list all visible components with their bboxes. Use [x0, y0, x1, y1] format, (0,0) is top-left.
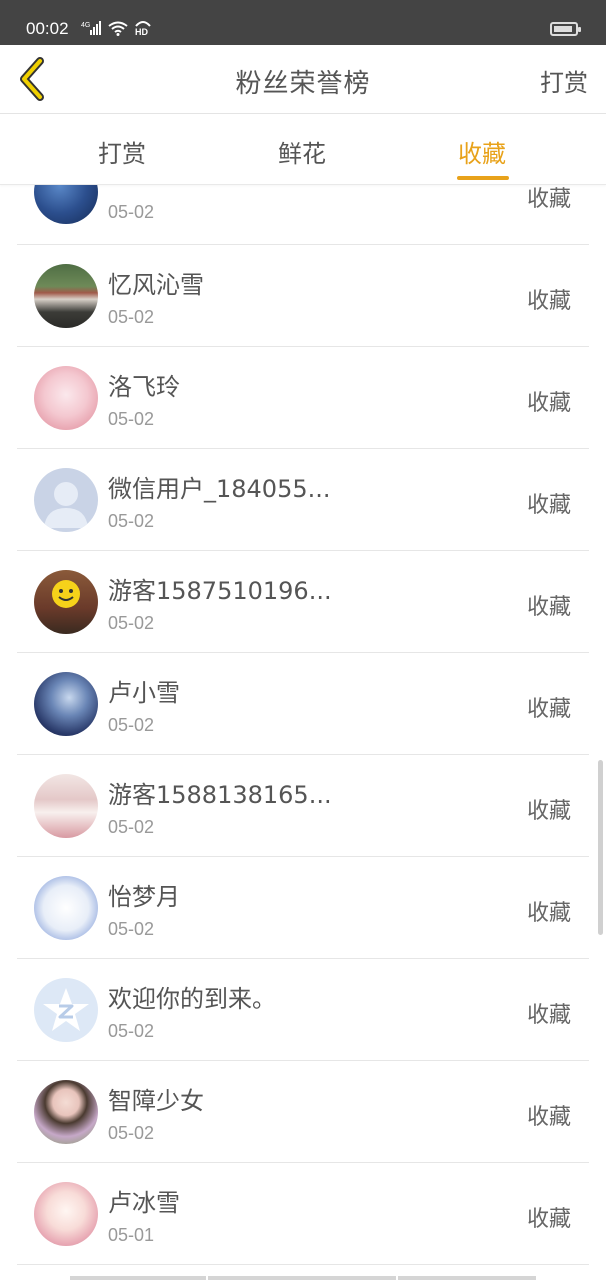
list-item[interactable]: 游客1587510196... 05-02 收藏 — [17, 551, 589, 653]
status-bar: 00:02 4G HD — [0, 0, 606, 45]
bottom-divider — [208, 1276, 396, 1280]
list-item[interactable]: 怡梦月 05-02 收藏 — [17, 857, 589, 959]
user-silhouette-icon — [44, 482, 88, 528]
battery-icon — [550, 22, 581, 36]
favorite-label: 收藏 — [526, 1207, 571, 1232]
svg-text:HD: HD — [135, 27, 148, 36]
scrollbar[interactable] — [598, 760, 603, 935]
bottom-divider — [398, 1276, 536, 1280]
list-item[interactable]: 游客1588138165... 05-02 收藏 — [17, 755, 589, 857]
list-item[interactable]: 卢小雪 05-02 收藏 — [17, 653, 589, 755]
favorite-label: 收藏 — [526, 901, 571, 926]
pink-anime-avatar — [34, 366, 98, 430]
fan-name: 智障少女 — [108, 1087, 204, 1115]
fan-name: 卢冰雪 — [108, 1189, 180, 1217]
fan-name: 怡梦月 — [108, 883, 180, 911]
status-time: 00:02 — [26, 19, 69, 38]
twin-anime-avatar — [34, 876, 98, 940]
girl-photo-avatar — [34, 1080, 98, 1144]
favorite-label: 收藏 — [526, 595, 571, 620]
tab-reward[interactable]: 打赏 — [98, 134, 146, 169]
page-title: 粉丝荣誉榜 — [235, 69, 371, 99]
fan-date: 05-02 — [108, 715, 155, 735]
fan-date: 05-02 — [108, 919, 155, 939]
pink-room-avatar — [34, 774, 98, 838]
list-item[interactable]: 忆风沁雪 05-02 收藏 — [17, 245, 589, 347]
favorite-label: 收藏 — [526, 1003, 571, 1028]
qq-star-avatar — [34, 978, 98, 1042]
fan-name: 卢小雪 — [108, 679, 180, 707]
fan-date: 05-02 — [108, 202, 155, 222]
list-item[interactable]: 微信用户_184055... 05-02 收藏 — [17, 449, 589, 551]
fan-name: 微信用户_184055... — [108, 475, 331, 503]
app-header: 粉丝荣誉榜 打赏 — [0, 45, 606, 114]
list-item[interactable]: 05-02 收藏 — [17, 185, 589, 245]
fan-name: 游客1588138165... — [108, 781, 332, 809]
fan-date: 05-02 — [108, 307, 155, 327]
fan-date: 05-02 — [108, 511, 155, 531]
bottom-divider — [70, 1276, 206, 1280]
tab-flowers[interactable]: 鲜花 — [278, 134, 326, 169]
fan-list: 05-02 收藏 忆风沁雪 05-02 收藏 洛飞玲 05-02 收藏 微信用户… — [0, 185, 606, 1280]
favorite-label: 收藏 — [526, 391, 571, 416]
favorite-label: 收藏 — [526, 493, 571, 518]
star-icon — [43, 988, 89, 1031]
smiley-icon — [52, 580, 80, 608]
fan-date: 05-02 — [108, 817, 155, 837]
white-hair-anime-avatar — [34, 1182, 98, 1246]
svg-text:4G: 4G — [81, 22, 90, 29]
list-item[interactable]: 卢冰雪 05-01 收藏 — [17, 1163, 589, 1265]
fan-date: 05-02 — [108, 613, 155, 633]
favorite-label: 收藏 — [526, 697, 571, 722]
reward-link[interactable]: 打赏 — [540, 63, 588, 98]
favorite-label: 收藏 — [526, 289, 571, 314]
fan-name: 欢迎你的到来。 — [108, 985, 276, 1013]
signal-icon: 4G — [81, 20, 103, 40]
smiley-balloon-avatar — [34, 570, 98, 634]
street-photo-avatar — [34, 264, 98, 328]
favorite-label: 收藏 — [526, 1105, 571, 1130]
galaxy-avatar — [34, 185, 98, 224]
list-item[interactable]: 洛飞玲 05-02 收藏 — [17, 347, 589, 449]
fan-name: 游客1587510196... — [108, 577, 332, 605]
status-icons: 4G HD — [81, 20, 153, 40]
fan-name: 忆风沁雪 — [108, 271, 204, 299]
fan-date: 05-02 — [108, 409, 155, 429]
fan-date: 05-02 — [108, 1021, 155, 1041]
hd-voice-icon: HD — [133, 18, 153, 40]
wifi-icon — [107, 20, 129, 40]
list-item[interactable]: 欢迎你的到来。 05-02 收藏 — [17, 959, 589, 1061]
fan-date: 05-02 — [108, 1123, 155, 1143]
blue-anime-avatar — [34, 672, 98, 736]
favorite-label: 收藏 — [526, 187, 571, 212]
fan-name: 洛飞玲 — [108, 373, 180, 401]
favorite-label: 收藏 — [526, 799, 571, 824]
fan-date: 05-01 — [108, 1225, 155, 1245]
active-tab-indicator — [457, 176, 509, 180]
tab-bar: 打赏 鲜花 收藏 — [0, 114, 606, 185]
list-item[interactable]: 智障少女 05-02 收藏 — [17, 1061, 589, 1163]
default-user-avatar — [34, 468, 98, 532]
tab-favorites[interactable]: 收藏 — [458, 134, 506, 169]
